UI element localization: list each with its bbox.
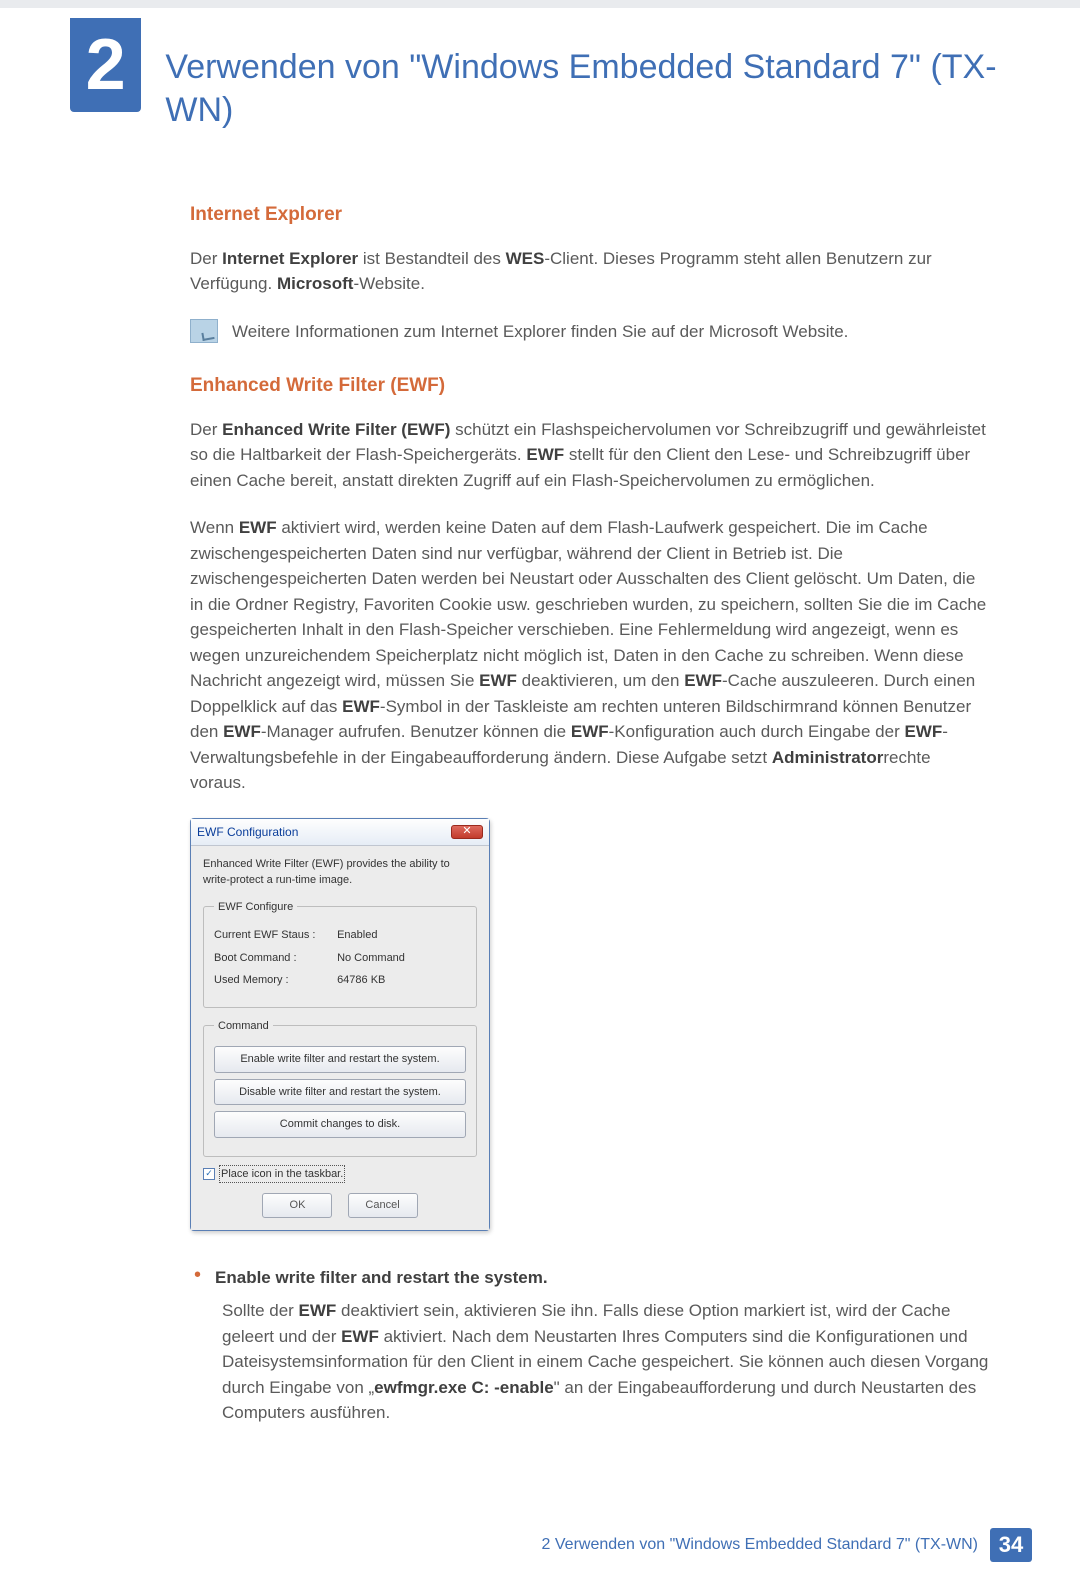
- page-footer: 2 Verwenden von "Windows Embedded Standa…: [0, 1488, 1080, 1572]
- dialog-title-text: EWF Configuration: [197, 823, 298, 841]
- memory-label: Used Memory :: [214, 972, 334, 989]
- ewf-config-dialog: EWF Configuration ✕ Enhanced Write Filte…: [190, 818, 490, 1231]
- memory-row: Used Memory : 64786 KB: [214, 972, 466, 989]
- ie-paragraph: Der Internet Explorer ist Bestandteil de…: [190, 246, 990, 297]
- ok-button[interactable]: OK: [262, 1193, 332, 1218]
- footer-text: 2 Verwenden von "Windows Embedded Standa…: [542, 1533, 978, 1557]
- taskbar-checkbox-label: Place icon in the taskbar.: [219, 1165, 345, 1184]
- status-value: Enabled: [337, 929, 377, 941]
- page-content: Internet Explorer Der Internet Explorer …: [0, 131, 1080, 1488]
- bullet-title: Enable write filter and restart the syst…: [215, 1265, 548, 1291]
- status-row: Current EWF Staus : Enabled: [214, 927, 466, 944]
- status-label: Current EWF Staus :: [214, 927, 334, 944]
- enable-ewf-button[interactable]: Enable write filter and restart the syst…: [214, 1046, 466, 1073]
- boot-value: No Command: [337, 952, 405, 964]
- info-note-text: Weitere Informationen zum Internet Explo…: [232, 319, 990, 345]
- dialog-body: Enhanced Write Filter (EWF) provides the…: [191, 846, 489, 1230]
- commit-changes-button[interactable]: Commit changes to disk.: [214, 1111, 466, 1138]
- ewf-paragraph-2: Wenn EWF aktiviert wird, werden keine Da…: [190, 515, 990, 796]
- bullet-enable-ewf: • Enable write filter and restart the sy…: [190, 1265, 990, 1291]
- ie-heading: Internet Explorer: [190, 201, 990, 230]
- disable-ewf-button[interactable]: Disable write filter and restart the sys…: [214, 1079, 466, 1106]
- ewf-paragraph-1: Der Enhanced Write Filter (EWF) schützt …: [190, 417, 990, 494]
- ewf-heading: Enhanced Write Filter (EWF): [190, 372, 990, 401]
- dialog-description: Enhanced Write Filter (EWF) provides the…: [203, 856, 477, 889]
- memory-value: 64786 KB: [337, 974, 385, 986]
- chapter-header: 2 Verwenden von "Windows Embedded Standa…: [0, 8, 1080, 131]
- page-top-band: [0, 0, 1080, 8]
- taskbar-checkbox-row: ✓ Place icon in the taskbar.: [203, 1165, 477, 1184]
- dialog-actions: OK Cancel: [203, 1193, 477, 1218]
- ewf-configure-group: EWF Configure Current EWF Staus : Enable…: [203, 899, 477, 1008]
- command-legend: Command: [214, 1018, 273, 1035]
- boot-row: Boot Command : No Command: [214, 950, 466, 967]
- bullet-body: Sollte der EWF deaktiviert sein, aktivie…: [222, 1298, 990, 1426]
- command-group: Command Enable write filter and restart …: [203, 1018, 477, 1157]
- info-note: Weitere Informationen zum Internet Explo…: [190, 319, 990, 345]
- cancel-button[interactable]: Cancel: [348, 1193, 418, 1218]
- page-number: 34: [990, 1528, 1032, 1562]
- ewf-configure-legend: EWF Configure: [214, 899, 297, 916]
- info-note-icon: [190, 319, 218, 343]
- boot-label: Boot Command :: [214, 950, 334, 967]
- chapter-number: 2: [70, 18, 141, 112]
- chapter-title: Verwenden von "Windows Embedded Standard…: [165, 46, 1010, 131]
- dialog-titlebar: EWF Configuration ✕: [191, 819, 489, 846]
- taskbar-checkbox[interactable]: ✓: [203, 1168, 215, 1180]
- close-icon[interactable]: ✕: [451, 825, 483, 839]
- bullet-icon: •: [194, 1265, 201, 1291]
